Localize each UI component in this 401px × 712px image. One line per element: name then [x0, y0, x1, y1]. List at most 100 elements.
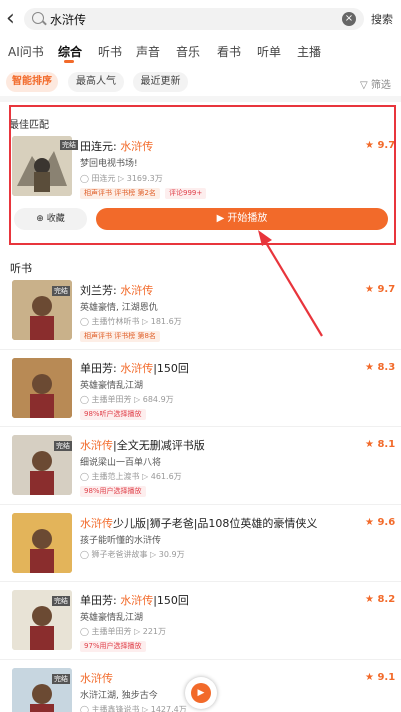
- search-query[interactable]: 水浒传: [50, 11, 86, 28]
- result-title-suffix: 少儿版|狮子老爸|品108位英雄的豪情侠义: [113, 517, 318, 530]
- result-rating: ★ 9.1: [365, 672, 396, 683]
- sort-filters: 智能排序 最高人气 最近更新 ▽ 筛选: [0, 72, 401, 94]
- search-results-screen: ‹ 水浒传 × 搜索 AI问书 综合 听书 声音 音乐 看书 听单 主播 智能排…: [0, 0, 401, 712]
- sort-smart[interactable]: 智能排序: [6, 72, 58, 92]
- result-author: 主播单田芳: [91, 627, 132, 636]
- plays-icon: ▷: [139, 317, 151, 326]
- result-author: 主播单田芳: [91, 395, 132, 404]
- result-title-suffix: |全文无删减评书版: [113, 439, 205, 452]
- result-plays: 30.9万: [158, 550, 185, 559]
- result-title-highlight: 水浒传: [120, 594, 154, 607]
- result-author: 主播范上渡书: [91, 472, 140, 481]
- result-title[interactable]: 单田芳: 水浒传|150回: [80, 592, 189, 608]
- sort-recent[interactable]: 最近更新: [133, 72, 188, 92]
- result-desc: 水浒江湖, 独步古今: [80, 691, 158, 701]
- tab-ai[interactable]: AI问书: [8, 43, 44, 60]
- result-tag: 98%听户选择播放: [80, 409, 146, 420]
- author-icon: ◯: [80, 550, 92, 559]
- result-plays: 461.6万: [150, 472, 182, 481]
- result-cover[interactable]: [12, 513, 72, 573]
- sort-popular[interactable]: 最高人气: [68, 72, 124, 92]
- row-divider: [0, 426, 401, 427]
- result-rating: ★ 8.1: [365, 439, 396, 450]
- tab-music[interactable]: 音乐: [176, 43, 200, 60]
- plays-icon: ▷: [131, 627, 143, 636]
- result-title[interactable]: 水浒传|全文无删减评书版: [80, 437, 205, 453]
- highlight-box: [9, 105, 396, 245]
- tab-hosts[interactable]: 主播: [297, 43, 321, 60]
- result-plays: 1427.4万: [150, 705, 187, 712]
- author-icon: ◯: [80, 705, 92, 712]
- result-title[interactable]: 刘兰芳: 水浒传: [80, 282, 153, 298]
- author-icon: ◯: [80, 472, 92, 481]
- filter-icon: ▽: [360, 80, 371, 91]
- tab-playlist[interactable]: 听单: [257, 43, 281, 60]
- tab-books[interactable]: 看书: [217, 43, 241, 60]
- row-divider: [0, 581, 401, 582]
- result-cover[interactable]: [12, 358, 72, 418]
- active-tab-indicator: [64, 60, 74, 63]
- clear-icon[interactable]: ×: [342, 12, 356, 26]
- section-title: 听书: [10, 262, 32, 275]
- result-desc: 孩子能听懂的水浒传: [80, 536, 162, 546]
- result-title-suffix: |150回: [153, 594, 189, 607]
- plays-icon: ▷: [147, 550, 159, 559]
- result-meta: ◯ 主播单田芳 ▷ 684.9万: [80, 394, 174, 405]
- tab-sound[interactable]: 声音: [136, 43, 160, 60]
- tab-audiobook[interactable]: 听书: [98, 43, 122, 60]
- result-desc: 细说梁山一百单八将: [80, 458, 162, 468]
- result-plays: 181.6万: [150, 317, 182, 326]
- result-meta: ◯ 狮子老爸讲故事 ▷ 30.9万: [80, 549, 185, 560]
- top-bar: ‹ 水浒传 × 搜索: [0, 0, 401, 38]
- result-title-prefix: 单田芳:: [80, 362, 121, 375]
- result-plays: 221万: [142, 627, 167, 636]
- filter-label: 筛选: [370, 80, 391, 91]
- result-title-suffix: |150回: [153, 362, 189, 375]
- result-meta: ◯ 主播范上渡书 ▷ 461.6万: [80, 471, 182, 482]
- row-divider: [0, 504, 401, 505]
- search-button[interactable]: 搜索: [371, 11, 393, 27]
- result-desc: 英雄豪情乱江湖: [80, 381, 144, 391]
- result-plays: 684.9万: [142, 395, 174, 404]
- play-icon: ▶: [191, 683, 211, 703]
- result-desc: 英雄豪情, 江湖恩仇: [80, 303, 158, 313]
- result-meta: ◯ 主播单田芳 ▷ 221万: [80, 626, 166, 637]
- result-author: 主播竹林听书: [91, 317, 140, 326]
- result-badge: 完结: [52, 286, 70, 296]
- plays-icon: ▷: [139, 472, 151, 481]
- result-rating: ★ 8.3: [365, 362, 396, 373]
- result-badge: 完结: [52, 674, 70, 684]
- tab-all[interactable]: 综合: [58, 43, 82, 60]
- plays-icon: ▷: [131, 395, 143, 404]
- result-title-highlight: 水浒传: [80, 439, 113, 452]
- result-rating: ★ 9.7: [365, 284, 396, 295]
- result-badge: 完结: [52, 596, 70, 606]
- result-title-highlight: 水浒传: [120, 362, 154, 375]
- result-rating: ★ 8.2: [365, 594, 396, 605]
- row-divider: [0, 659, 401, 660]
- result-tag: 97%用户选择播放: [80, 641, 146, 652]
- floating-player-button[interactable]: ▶: [185, 677, 217, 709]
- author-icon: ◯: [80, 317, 92, 326]
- result-title-prefix: 单田芳:: [80, 594, 121, 607]
- filter-button[interactable]: ▽ 筛选: [360, 76, 391, 91]
- result-title[interactable]: 水浒传: [80, 670, 113, 686]
- plays-icon: ▷: [139, 705, 151, 712]
- row-divider: [0, 349, 401, 350]
- category-tabs: AI问书 综合 听书 声音 音乐 看书 听单 主播: [0, 40, 401, 66]
- result-title-highlight: 水浒传: [80, 672, 113, 685]
- result-meta: ◯ 主播竹林听书 ▷ 181.6万: [80, 316, 182, 327]
- back-arrow-icon[interactable]: ‹: [6, 8, 20, 30]
- author-icon: ◯: [80, 395, 92, 404]
- search-icon: [32, 12, 44, 24]
- author-icon: ◯: [80, 627, 92, 636]
- search-input[interactable]: 水浒传 ×: [24, 8, 364, 30]
- result-rating: ★ 9.6: [365, 517, 396, 528]
- result-title-highlight: 水浒传: [80, 517, 113, 530]
- result-meta: ◯ 主播鑫锋说书 ▷ 1427.4万: [80, 704, 187, 712]
- result-badge: 完结: [54, 441, 72, 451]
- result-title[interactable]: 水浒传少儿版|狮子老爸|品108位英雄的豪情侠义: [80, 515, 317, 531]
- result-title[interactable]: 单田芳: 水浒传|150回: [80, 360, 189, 376]
- result-desc: 英雄豪情乱江湖: [80, 613, 144, 623]
- result-title-highlight: 水浒传: [120, 284, 154, 297]
